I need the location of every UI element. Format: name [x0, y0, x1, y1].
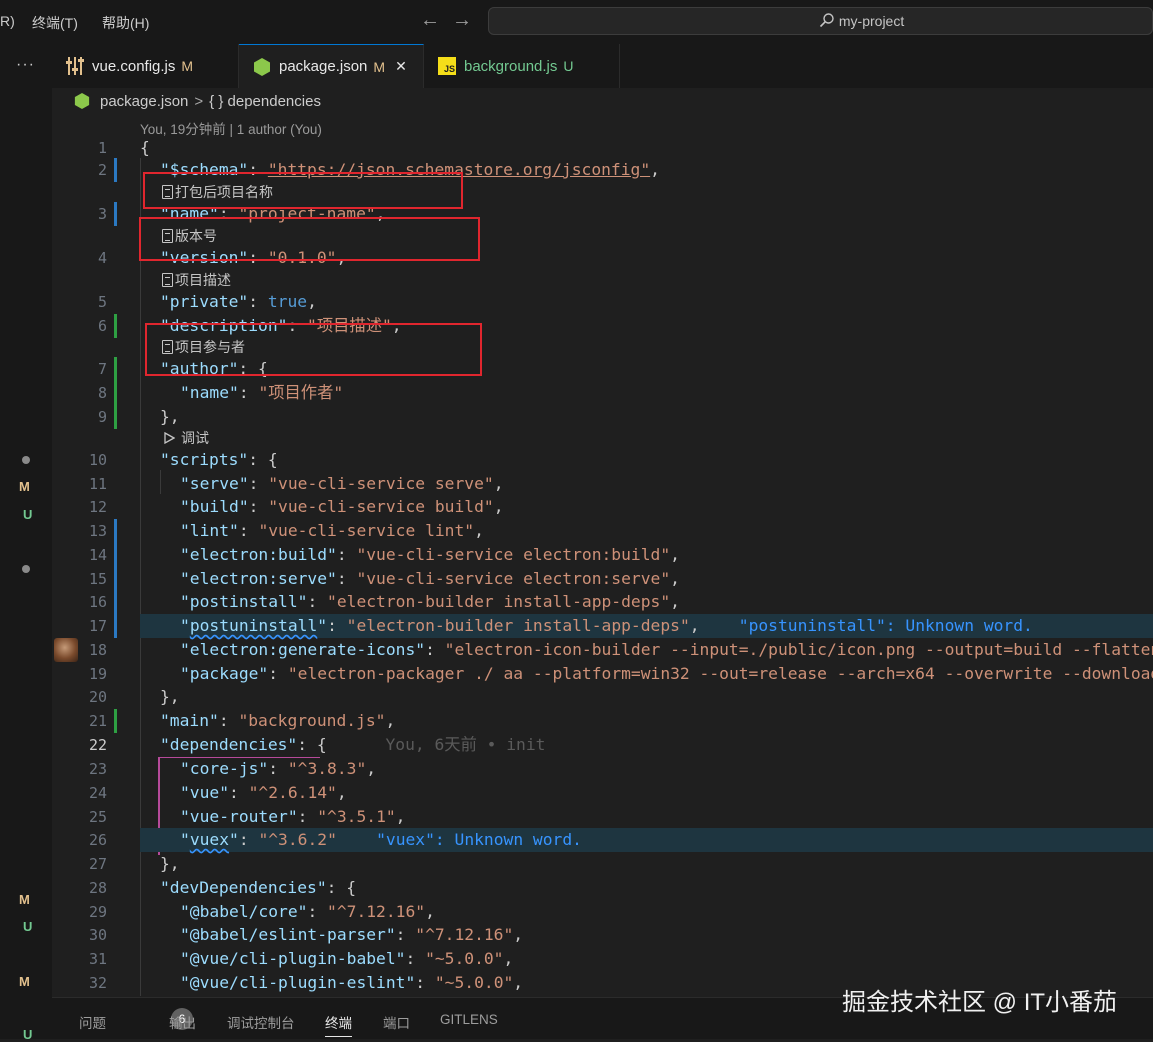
gutter-change-marker	[114, 543, 117, 567]
play-triangle-icon	[164, 432, 175, 444]
annotation-box	[145, 323, 482, 376]
breadcrumb-symbol[interactable]: { } dependencies	[209, 93, 321, 110]
tab-output[interactable]: 输出	[169, 1012, 196, 1032]
breadcrumb: package.json > { } dependencies	[74, 92, 321, 110]
tab-terminal[interactable]: 终端	[325, 1012, 352, 1037]
gutter-change-marker	[114, 590, 117, 614]
code-line: 8 "name": "项目作者"	[52, 381, 1153, 405]
avatar	[54, 638, 78, 662]
annotation-box	[143, 172, 463, 209]
code-line: 13 "lint": "vue-cli-service lint",	[52, 519, 1153, 543]
node-hexagon-icon	[254, 57, 270, 76]
back-arrow-icon[interactable]: ←	[420, 9, 440, 32]
inline-blame: You, 6天前 • init	[385, 735, 546, 754]
close-icon[interactable]: ✕	[395, 58, 407, 75]
tab-status: M	[373, 58, 386, 75]
code-line: 14 "electron:build": "vue-cli-service ele…	[52, 543, 1153, 567]
tab-label: background.js	[464, 57, 558, 75]
code-line: 30 "@babel/eslint-parser": "^7.12.16",	[88, 925, 524, 944]
code-line: 1{	[97, 138, 150, 157]
code-line: 25 "vue-router": "^3.5.1",	[88, 807, 406, 826]
js-file-icon: JS	[438, 57, 456, 75]
scm-mark-modified: M	[19, 974, 30, 989]
scm-mark-untracked: U	[23, 919, 33, 934]
tab-status: M	[181, 58, 194, 74]
tab-label: package.json	[279, 58, 368, 75]
gutter-add-marker	[114, 709, 117, 733]
watermark: 掘金技术社区 @ IT小番茄	[842, 989, 1118, 1016]
code-line: 21 "main": "background.js",	[52, 709, 1153, 733]
gitlens-blame-header[interactable]: You, 19分钟前 | 1 author (You)	[140, 118, 322, 138]
tab-problems[interactable]: 问题	[79, 1012, 106, 1032]
code-line: 17 "postuninstall": "electron-builder ins…	[52, 614, 1153, 638]
gutter-add-marker	[114, 381, 117, 405]
tab-debug-console[interactable]: 调试控制台	[227, 1012, 295, 1032]
tab-status: U	[563, 58, 574, 74]
code-line: 26 "vuex": "^3.6.2" "vuex": Unknown word.	[88, 830, 582, 849]
command-center-search[interactable]: my-project	[488, 7, 1153, 35]
gutter-change-marker	[114, 614, 117, 638]
code-line: 27},	[88, 854, 180, 873]
gutter-add-marker	[114, 314, 117, 338]
gutter-add-marker	[114, 405, 117, 429]
code-line: 19 "package": "electron-packager ./ aa --…	[88, 664, 1153, 683]
activity-bar: ··· M U M U M U	[0, 44, 52, 1042]
gutter-change-marker	[114, 158, 117, 182]
scm-mark-modified: M	[19, 892, 30, 907]
more-actions-icon[interactable]: ···	[16, 56, 35, 74]
gutter-change-marker	[114, 567, 117, 591]
scm-mark-modified: M	[19, 479, 30, 494]
code-line: 20},	[88, 687, 180, 706]
code-editor[interactable]: 1{ 2 "$schema": "https://json.schemastore…	[52, 136, 1153, 996]
annotation-box	[139, 217, 480, 261]
codelens-debug[interactable]: 调试	[163, 428, 209, 448]
menu-help[interactable]: 帮助(H)	[102, 13, 149, 33]
gutter-add-marker	[114, 357, 117, 381]
gutter-change-marker	[114, 202, 117, 226]
dot-indicator	[22, 565, 30, 573]
document-icon	[162, 273, 173, 287]
forward-arrow-icon[interactable]: →	[452, 9, 472, 32]
dot-indicator	[22, 456, 30, 464]
search-text: my-project	[838, 13, 905, 29]
inline-diagnostic: "postuninstall": Unknown word.	[738, 616, 1033, 635]
code-line: 18 "electron:generate-icons": "electron-i…	[88, 640, 1153, 659]
menu-partial[interactable]: R)	[0, 13, 15, 29]
scm-mark-untracked: U	[23, 507, 33, 522]
node-hexagon-icon	[74, 93, 90, 109]
tab-label: vue.config.js	[92, 57, 176, 75]
code-line: 22 "dependencies": { You, 6天前 • init	[88, 735, 546, 754]
scm-mark-untracked: U	[23, 1027, 33, 1042]
code-line: 28 "devDependencies": {	[88, 878, 357, 897]
code-line: 11 "serve": "vue-cli-service serve",	[88, 474, 504, 493]
code-line: 15 "electron:serve": "vue-cli-service ele…	[52, 567, 1153, 591]
title-bar: R) 终端(T) 帮助(H) ← → my-project	[0, 0, 1153, 44]
code-line: 5 "private": true,	[97, 292, 317, 311]
code-line: 9},	[52, 405, 1153, 429]
code-line: 29 "@babel/core": "^7.12.16",	[88, 902, 435, 921]
codelens-description[interactable]: 项目描述	[162, 270, 231, 290]
code-line: 24 "vue": "^2.6.14",	[88, 783, 347, 802]
code-line: 12 "build": "vue-cli-service build",	[88, 497, 504, 516]
tab-package-json[interactable]: package.json M ✕	[239, 44, 424, 88]
inline-diagnostic: "vuex": Unknown word.	[376, 830, 582, 849]
code-line: 31 "@vue/cli-plugin-babel": "~5.0.0",	[88, 949, 514, 968]
search-icon	[819, 13, 834, 28]
tab-ports[interactable]: 端口	[383, 1012, 410, 1032]
tab-vue-config[interactable]: vue.config.js M	[52, 44, 239, 88]
breadcrumb-file[interactable]: package.json	[100, 93, 188, 110]
settings-file-icon	[66, 57, 84, 75]
breadcrumb-separator: >	[194, 92, 204, 110]
tab-gitlens[interactable]: GITLENS	[440, 1012, 498, 1027]
menu-terminal[interactable]: 终端(T)	[32, 13, 78, 33]
code-line: 16 "postinstall": "electron-builder insta…	[52, 590, 1153, 614]
code-line: 23 "core-js": "^3.8.3",	[88, 759, 377, 778]
editor-tab-bar: vue.config.js M package.json M ✕ JS back…	[52, 44, 1153, 88]
code-line: 10 "scripts": {	[88, 450, 278, 469]
tab-background-js[interactable]: JS background.js U	[424, 44, 620, 88]
gutter-change-marker	[114, 519, 117, 543]
